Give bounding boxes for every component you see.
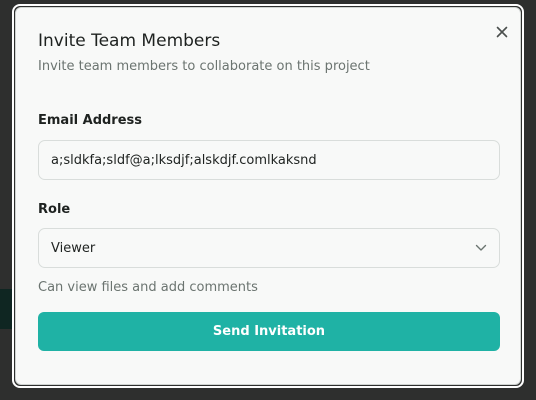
role-label: Role <box>38 202 71 217</box>
role-selected-value: Viewer <box>51 240 96 256</box>
close-button[interactable] <box>492 22 512 42</box>
chevron-down-icon <box>475 244 487 251</box>
role-helper-text: Can view files and add comments <box>38 280 258 295</box>
invite-dialog: Invite Team Members Invite team members … <box>15 7 521 385</box>
send-invitation-button[interactable]: Send Invitation <box>38 312 500 351</box>
invite-dialog-frame: Invite Team Members Invite team members … <box>12 4 524 388</box>
email-label: Email Address <box>38 113 143 128</box>
dialog-title: Invite Team Members <box>38 31 221 51</box>
close-icon <box>496 26 508 38</box>
role-select[interactable]: Viewer <box>38 228 500 268</box>
dialog-subtitle: Invite team members to collaborate on th… <box>38 59 370 74</box>
email-field[interactable] <box>38 140 500 180</box>
